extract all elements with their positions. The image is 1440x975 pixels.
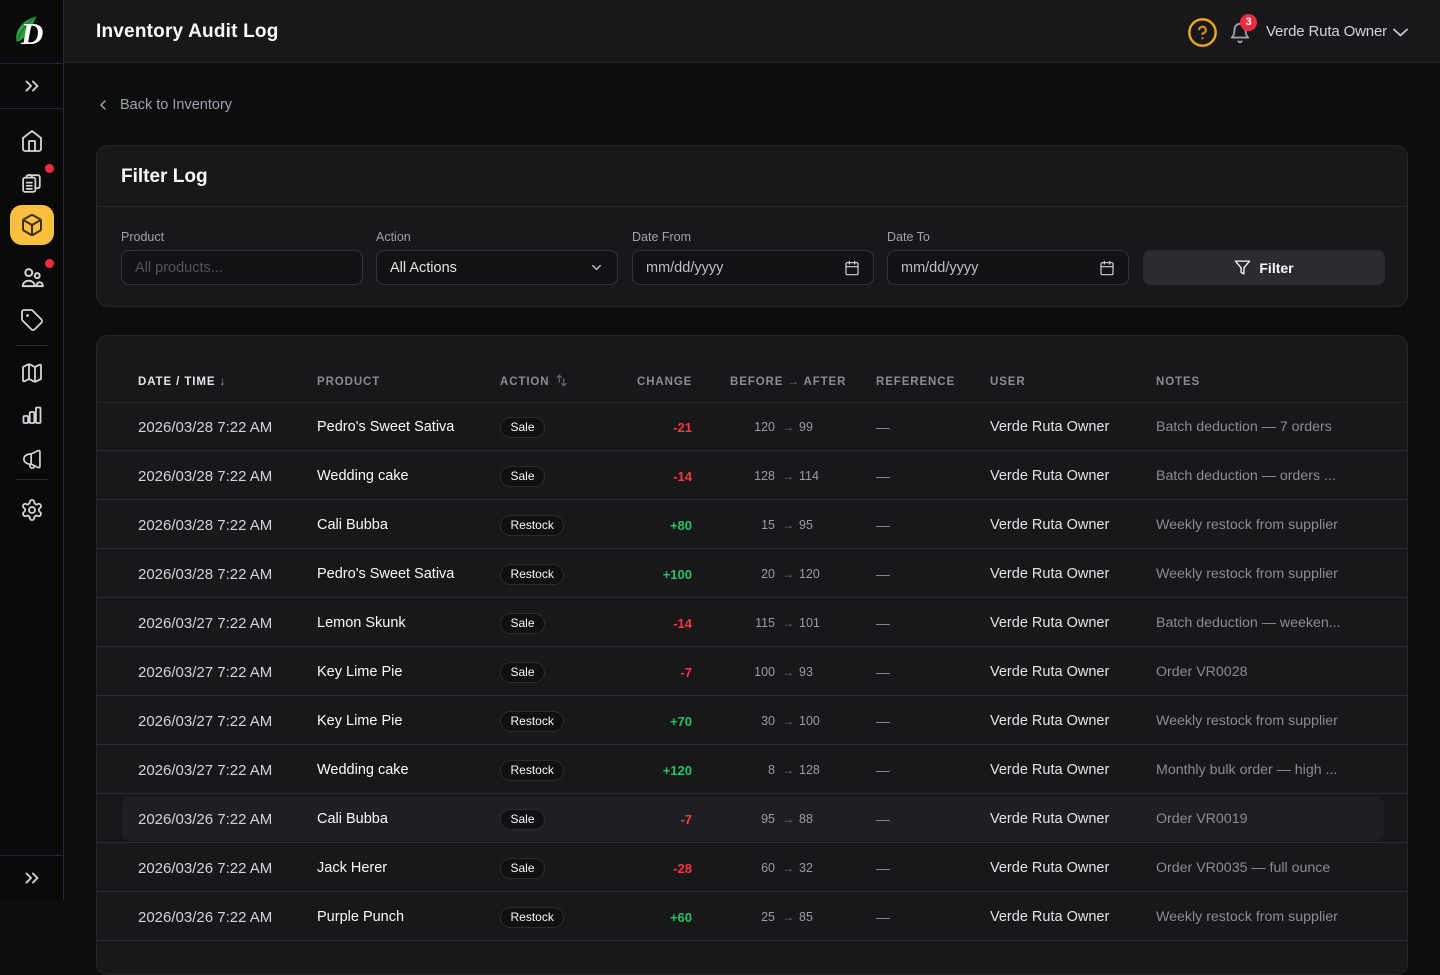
svg-text:D: D	[20, 16, 43, 50]
